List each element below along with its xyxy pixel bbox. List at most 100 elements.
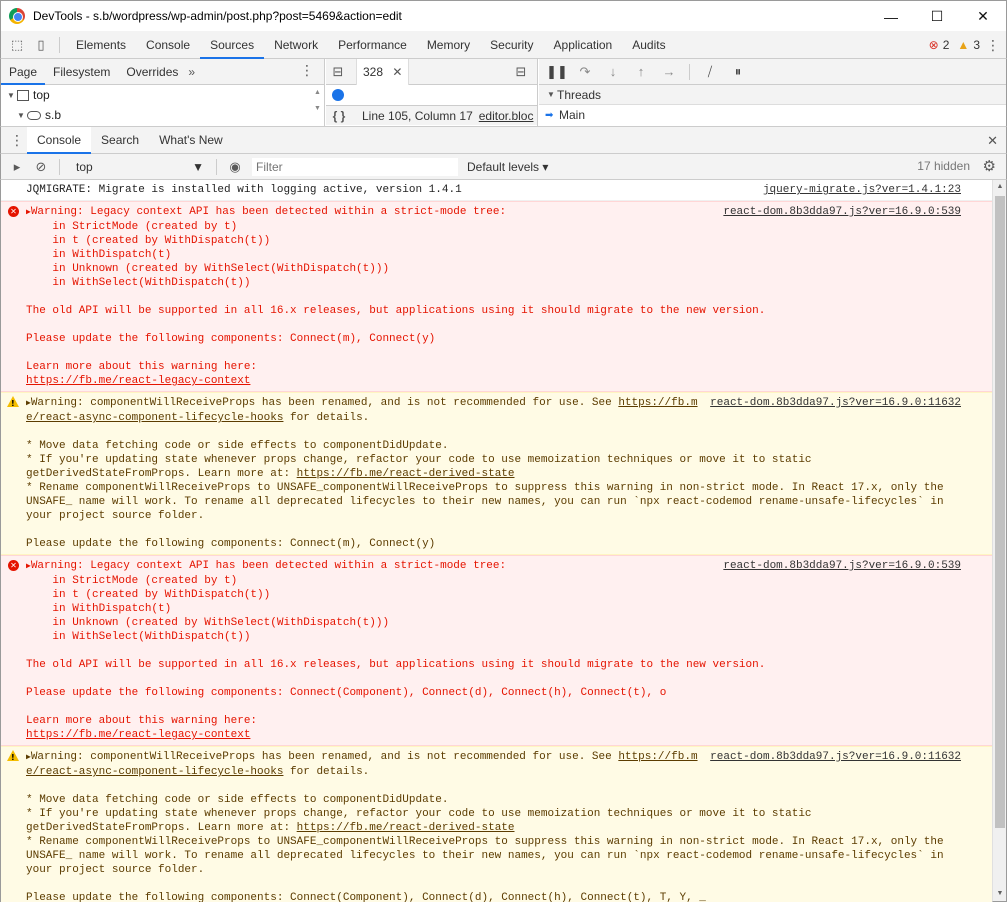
deactivate-breakpoints-icon[interactable]: ⧸ — [696, 60, 724, 84]
editor-status-bar: { } Line 105, Column 17 editor.bloc — [326, 105, 537, 125]
close-tab-icon[interactable]: ✕ — [392, 65, 402, 79]
message-link[interactable]: https://fb.me/react-legacy-context — [26, 729, 250, 741]
message-link[interactable]: https://fb.m — [618, 751, 697, 763]
message-body: in StrictMode (created by t) in t (creat… — [26, 575, 766, 727]
log-levels-dropdown[interactable]: Default levels ▾ — [467, 160, 548, 174]
navigator-menu-icon[interactable]: ⋮ — [300, 62, 314, 79]
console-message-warning: ▶Warning: componentWillReceiveProps has … — [1, 746, 992, 902]
issue-counters[interactable]: ⊗ 2 ▲ 3 — [929, 31, 980, 59]
threads-section-header[interactable]: ▼ Threads — [539, 85, 1006, 105]
tab-security[interactable]: Security — [480, 31, 543, 59]
close-drawer-icon[interactable]: ✕ — [987, 133, 998, 149]
message-text: for details. — [283, 766, 370, 778]
pause-icon[interactable]: ❚❚ — [543, 60, 571, 84]
error-icon: ✕ — [8, 560, 19, 571]
tab-sources[interactable]: Sources — [200, 31, 265, 59]
message-source-link[interactable]: react-dom.8b3dda97.js?ver=16.9.0:539 — [723, 559, 961, 573]
drawer-tab-whats-new[interactable]: What's New — [149, 127, 233, 154]
console-settings-gear-icon[interactable]: ⚙ — [983, 157, 996, 175]
scroll-down-arrow-icon[interactable]: ▼ — [993, 887, 1007, 901]
toolbar-divider — [689, 63, 690, 80]
message-source-link[interactable]: react-dom.8b3dda97.js?ver=16.9.0:539 — [723, 205, 961, 219]
message-source-link[interactable]: react-dom.8b3dda97.js?ver=16.9.0:11632 — [710, 750, 961, 764]
warning-icon — [7, 396, 19, 411]
tree-item-domain[interactable]: ▼ s.b — [1, 105, 324, 125]
drawer-tabs: ⋮ Console Search What's New ✕ — [0, 126, 1007, 154]
message-link[interactable]: e/react-async-component-lifecycle-hooks — [26, 412, 283, 424]
message-link[interactable]: https://fb.m — [618, 397, 697, 409]
navigator-scroll-arrows[interactable]: ▲ ▼ — [314, 89, 322, 113]
message-source-link[interactable]: jquery-migrate.js?ver=1.4.1:23 — [763, 183, 961, 197]
tab-memory[interactable]: Memory — [417, 31, 480, 59]
more-tabs-icon[interactable]: » — [188, 65, 195, 79]
message-body: * Rename componentWillReceiveProps to UN… — [26, 482, 944, 550]
tab-network[interactable]: Network — [264, 31, 328, 59]
message-head: Warning: Legacy context API has been det… — [30, 206, 507, 218]
message-link[interactable]: e/react-async-component-lifecycle-hooks — [26, 766, 283, 778]
window-titlebar: DevTools - s.b/wordpress/wp-admin/post.p… — [0, 0, 1007, 31]
message-head: Warning: Legacy context API has been det… — [30, 560, 507, 572]
drawer-tab-console[interactable]: Console — [27, 126, 92, 154]
expand-triangle-icon[interactable]: ▼ — [15, 111, 27, 120]
tab-overrides[interactable]: Overrides — [118, 59, 186, 85]
editor-content[interactable] — [326, 85, 537, 105]
pretty-print-icon[interactable]: { } — [326, 109, 352, 123]
editor-file-tab[interactable]: 328 ✕ — [356, 58, 410, 85]
console-scrollbar[interactable]: ▲ ▼ — [992, 180, 1007, 902]
error-count: 2 — [942, 38, 950, 52]
close-button[interactable]: ✕ — [960, 1, 1006, 32]
message-link[interactable]: https://fb.me/react-derived-state — [297, 468, 515, 480]
message-head: Warning: componentWillReceiveProps has b… — [30, 397, 619, 409]
console-message-log: JQMIGRATE: Migrate is installed with log… — [1, 180, 992, 201]
device-toolbar-icon[interactable]: ▯ — [29, 33, 53, 57]
maximize-button[interactable]: ☐ — [914, 1, 960, 32]
message-head: Warning: componentWillReceiveProps has b… — [30, 751, 619, 763]
more-options-icon[interactable]: ⋮ — [984, 35, 1002, 55]
thread-main[interactable]: ➡ Main — [539, 105, 1006, 125]
message-link[interactable]: https://fb.me/react-legacy-context — [26, 375, 250, 387]
clear-console-icon[interactable]: ⊘ — [29, 155, 53, 179]
tab-performance[interactable]: Performance — [328, 31, 417, 59]
toggle-navigator-icon[interactable]: ⊟ — [326, 60, 350, 84]
console-messages[interactable]: JQMIGRATE: Migrate is installed with log… — [0, 180, 992, 902]
dropdown-arrow-icon: ▼ — [192, 159, 204, 174]
tree-item-top[interactable]: ▼ top — [1, 85, 324, 105]
console-filter-input[interactable] — [251, 156, 459, 177]
tab-audits[interactable]: Audits — [622, 31, 675, 59]
current-thread-arrow-icon: ➡ — [545, 109, 554, 121]
tree-item-label: s.b — [45, 108, 62, 122]
message-source-link[interactable]: react-dom.8b3dda97.js?ver=16.9.0:11632 — [710, 396, 961, 410]
message-link[interactable]: https://fb.me/react-derived-state — [297, 822, 515, 834]
editor-tabs: ⊟ 328 ✕ ⊟ — [326, 58, 537, 85]
expand-triangle-icon[interactable]: ▼ — [5, 91, 17, 100]
step-into-icon[interactable]: ↓ — [599, 60, 627, 84]
minimize-button[interactable]: — — [868, 1, 914, 32]
console-message-warning: ▶Warning: componentWillReceiveProps has … — [1, 392, 992, 555]
context-select[interactable]: top ▼ — [70, 157, 210, 177]
tab-filesystem[interactable]: Filesystem — [45, 59, 118, 85]
message-body: in StrictMode (created by t) in t (creat… — [26, 221, 766, 373]
live-expression-eye-icon[interactable]: ◉ — [223, 155, 247, 179]
pause-on-exceptions-icon[interactable]: ⏸ — [724, 60, 752, 84]
drawer-tab-search[interactable]: Search — [91, 127, 149, 154]
navigator-tabs: Page Filesystem Overrides » ⋮ — [1, 59, 324, 85]
show-sidebar-icon[interactable]: ▸ — [5, 155, 29, 179]
toggle-debugger-icon[interactable]: ⊟ — [509, 60, 533, 84]
console-message-error: ✕ ▶Warning: Legacy context API has been d… — [1, 555, 992, 746]
collapse-triangle-icon[interactable]: ▼ — [545, 90, 557, 99]
inspect-element-icon[interactable]: ⬚ — [5, 33, 29, 57]
tab-page[interactable]: Page — [1, 59, 46, 85]
source-file-link[interactable]: editor.bloc — [479, 109, 534, 123]
editor-pane: ⊟ 328 ✕ ⊟ { } Line 105, Column 17 editor… — [326, 58, 538, 126]
tab-console[interactable]: Console — [136, 31, 200, 59]
tab-elements[interactable]: Elements — [66, 31, 136, 59]
step-out-icon[interactable]: ↑ — [627, 60, 655, 84]
scroll-up-arrow-icon[interactable]: ▲ — [993, 180, 1007, 194]
scrollbar-thumb[interactable] — [995, 196, 1005, 828]
step-icon[interactable]: → — [655, 60, 683, 84]
error-icon: ✕ — [8, 206, 19, 217]
drawer-menu-icon[interactable]: ⋮ — [7, 130, 27, 150]
editor-file-tab-label: 328 — [363, 64, 384, 79]
tab-application[interactable]: Application — [544, 31, 623, 59]
step-over-icon[interactable]: ↷ — [571, 60, 599, 84]
